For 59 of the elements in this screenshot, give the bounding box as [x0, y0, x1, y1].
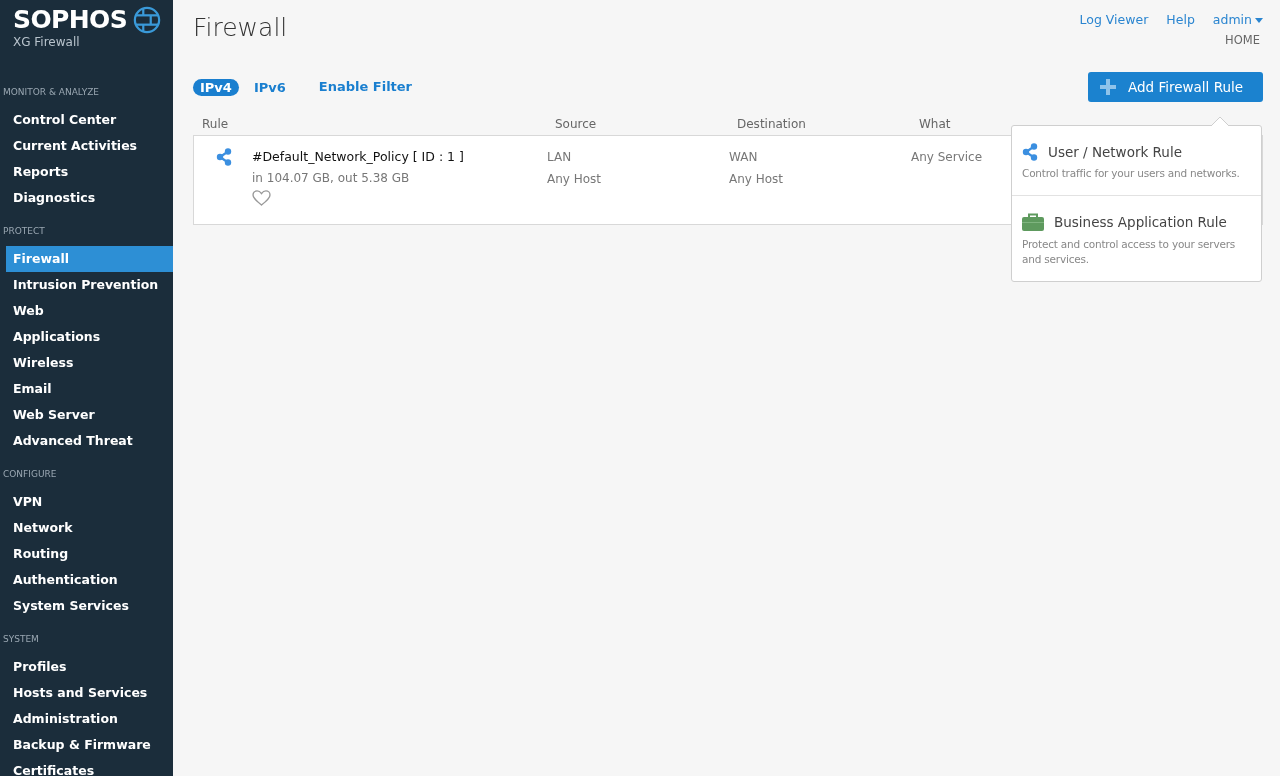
ip-version-tab[interactable]: IPv4	[193, 78, 239, 96]
enable-filter-link[interactable]: Enable Filter	[318, 77, 413, 97]
globe-logo-icon	[133, 6, 161, 34]
column-header: Source	[555, 117, 597, 131]
sidebar-item[interactable]: Email	[0, 376, 173, 402]
column-header: Rule	[202, 117, 229, 131]
sidebar-item[interactable]: VPN	[0, 489, 173, 515]
header-link[interactable]: Help	[1166, 11, 1195, 30]
sidebar-item[interactable]: Profiles	[0, 654, 173, 680]
page-title: Firewall	[193, 12, 288, 44]
sidebar-item[interactable]: Administration	[0, 706, 173, 732]
product-name: XG Firewall	[13, 34, 81, 50]
column-header: What	[919, 117, 951, 131]
share-icon	[216, 148, 232, 166]
ip-version-tab[interactable]: IPv6	[253, 78, 286, 96]
sidebar-section-title: MONITOR & ANALYZE	[2, 86, 101, 99]
location-label: HOME	[1225, 31, 1260, 49]
header-link[interactable]: Log Viewer	[1079, 11, 1149, 30]
sidebar-section-title: PROTECT	[2, 225, 46, 238]
rule-name: #Default_Network_Policy [ ID : 1 ]	[252, 148, 464, 166]
sidebar-item[interactable]: Current Activities	[0, 133, 173, 159]
caret-icon	[1255, 17, 1263, 23]
sidebar-item[interactable]: Network	[0, 515, 173, 541]
sidebar-item[interactable]: Certificates	[0, 758, 173, 776]
sidebar-item[interactable]: Routing	[0, 541, 173, 567]
sidebar-item[interactable]: Applications	[0, 324, 173, 350]
add-firewall-rule-button[interactable]: Add Firewall Rule	[1088, 72, 1263, 102]
sidebar-item[interactable]: Hosts and Services	[0, 680, 173, 706]
brand-logo-text: SOPHOS	[13, 6, 127, 34]
sidebar-item[interactable]: Web Server	[0, 402, 173, 428]
share-icon	[1022, 143, 1038, 162]
sidebar-item[interactable]: Control Center	[0, 107, 173, 133]
menu-item-description: Control traffic for your users and networks.	[1022, 166, 1241, 182]
source-value: LAN	[547, 149, 573, 166]
sidebar-item[interactable]: Web	[0, 298, 173, 324]
sidebar-item[interactable]: Advanced Threat	[0, 428, 173, 454]
sidebar-item[interactable]: System Services	[0, 593, 173, 619]
sidebar-item[interactable]: Intrusion Prevention	[0, 272, 173, 298]
menu-item[interactable]: Business Application Rule Protect and control access to your servers and services.	[1012, 195, 1261, 281]
sidebar-item[interactable]: Backup & Firmware	[0, 732, 173, 758]
briefcase-icon	[1022, 213, 1044, 232]
column-header: Destination	[737, 117, 806, 131]
plus-icon	[1100, 79, 1116, 95]
sidebar-item[interactable]: Firewall	[6, 246, 173, 272]
menu-item-description: Protect and control access to your servers and services.	[1022, 236, 1237, 267]
sidebar-section-title: SYSTEM	[2, 633, 40, 646]
service-value: Any Service	[911, 150, 983, 164]
menu-item-title: User / Network Rule	[1048, 143, 1182, 162]
heart-icon[interactable]	[252, 189, 271, 207]
sidebar-item[interactable]: Reports	[0, 159, 173, 185]
destination-value: WAN	[729, 149, 759, 166]
user-menu[interactable]: admin	[1212, 11, 1263, 30]
destination-value: Any Host	[729, 171, 785, 188]
source-value: Any Host	[547, 171, 603, 188]
sidebar-item[interactable]: Authentication	[0, 567, 173, 593]
sidebar-item[interactable]: Diagnostics	[0, 185, 173, 211]
sidebar-section-title: CONFIGURE	[2, 468, 58, 481]
sidebar-item[interactable]: Wireless	[0, 350, 173, 376]
traffic-stats: in 104.07 GB, out 5.38 GB	[252, 169, 411, 187]
